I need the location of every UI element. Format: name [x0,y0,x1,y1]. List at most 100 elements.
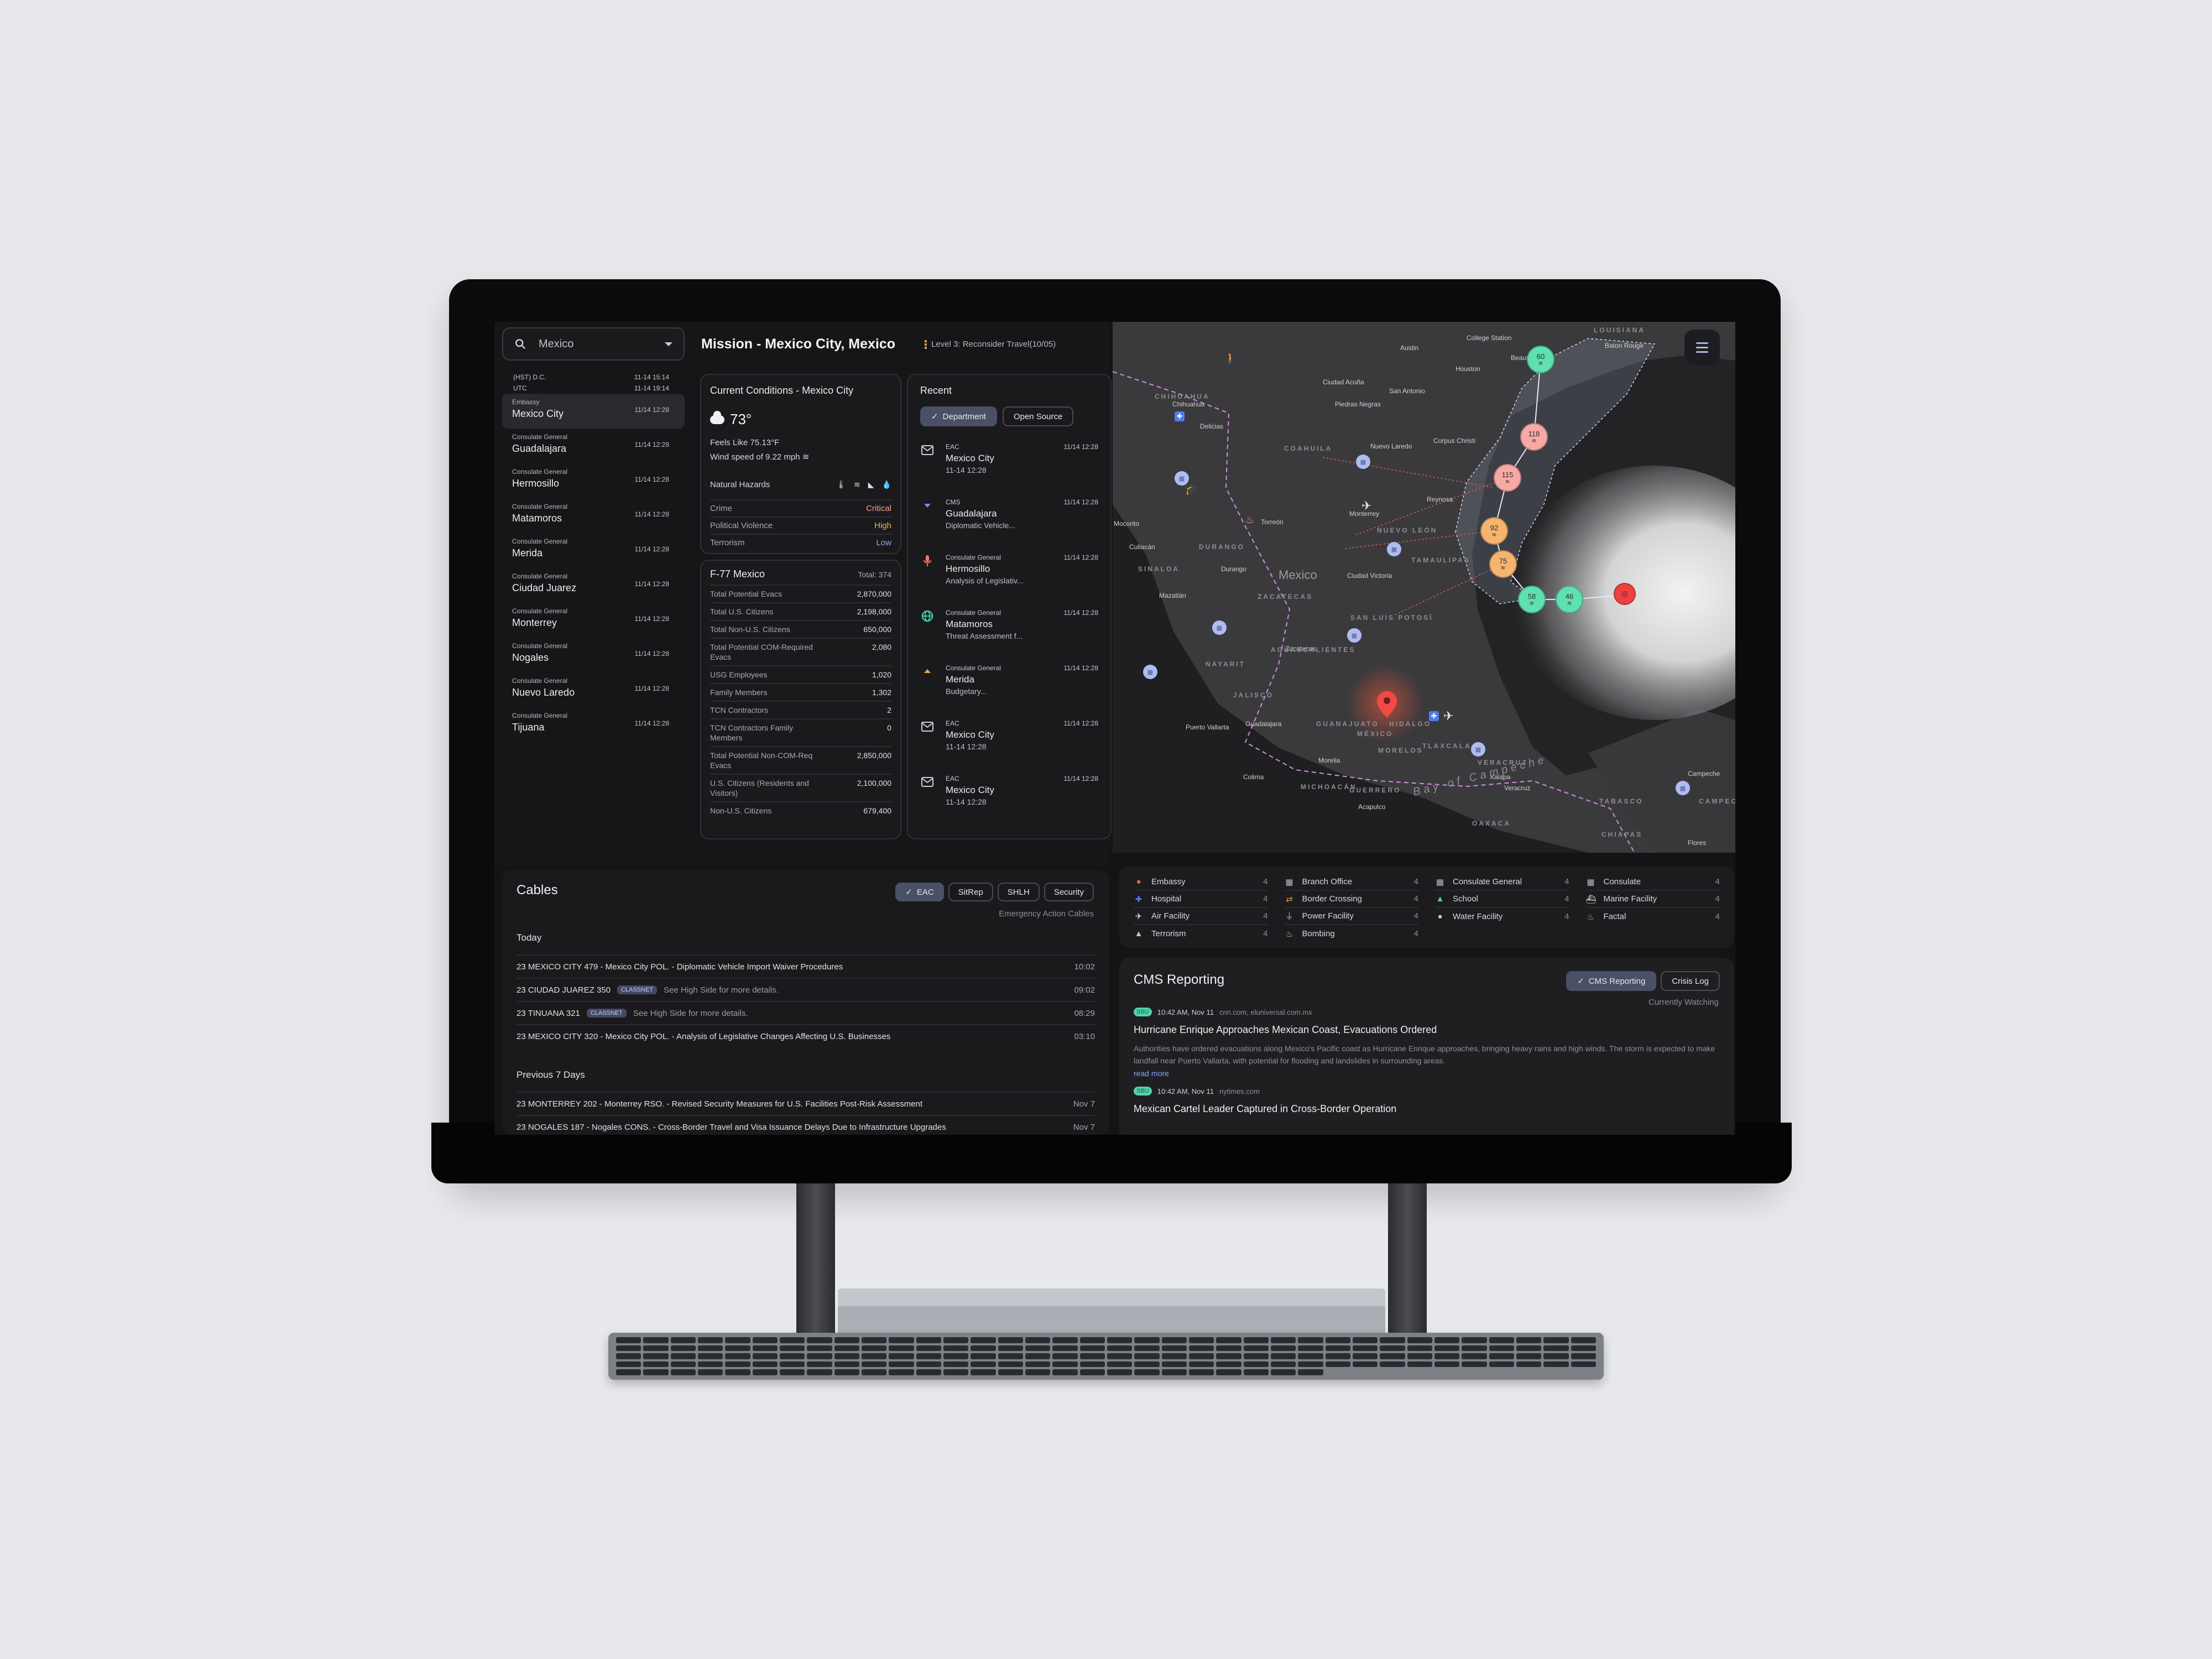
hospital-icon[interactable]: ✚ [1429,711,1439,721]
legend-item[interactable]: ✈ Air Facility 4 [1134,908,1268,925]
filter-security[interactable]: Security [1044,883,1094,901]
landslide-icon[interactable]: ◣ [868,480,874,489]
storm-track-point[interactable]: 46 ≋ [1556,586,1583,613]
map-menu-button[interactable] [1684,330,1720,365]
flood-icon[interactable]: 💧 [882,480,891,489]
recent-item[interactable]: EAC Mexico City 11-14 12:28 11/14 12:28 [920,719,1098,759]
legend-item[interactable]: ♨ Bombing 4 [1285,925,1418,942]
legend-item[interactable]: ▦ Consulate General 4 [1435,874,1569,891]
storm-track-point[interactable]: 75 ≋ [1489,550,1517,578]
consulate-pin[interactable]: ▦ [1387,542,1401,556]
legend-item[interactable]: ▦ Consulate 4 [1585,874,1720,891]
legend-item[interactable]: ⇄ Border Crossing 4 [1284,891,1418,908]
location-item[interactable]: Consulate General Monterrey 11/14 12:28 [502,603,685,638]
filter-shlh[interactable]: SHLH [997,883,1040,901]
cable-row[interactable]: 23 TINUANA 321 CLASSNET See High Side for … [517,1001,1095,1024]
hurricane-icon[interactable]: ◎ [1614,583,1636,605]
cable-row[interactable]: 23 MONTERREY 202 - Monterrey RSO. - Revi… [517,1092,1095,1115]
recent-item[interactable]: Consulate General Hermosillo Analysis of L… [920,554,1098,593]
keyboard-key [1407,1345,1432,1352]
embassy-pin[interactable] [1377,691,1397,718]
consulate-pin[interactable]: ▦ [1471,742,1485,757]
location-item[interactable]: Consulate General Tijuana 11/14 12:28 [502,707,685,742]
recent-item[interactable]: CMS Guadalajara Diplomatic Vehicle... 11/14… [920,498,1098,538]
map[interactable]: College Station Austin Houston Beaumont Bato… [1113,322,1735,853]
cable-row[interactable]: 23 MEXICO CITY 479 - Mexico City POL. - … [517,954,1095,978]
hospital-icon[interactable]: ✚ [1175,411,1185,421]
airplane-icon[interactable]: ✈ [1443,709,1453,723]
location-item[interactable]: Consulate General Merida 11/14 12:28 [502,533,685,568]
legend-item[interactable]: ▦ Branch Office 4 [1284,874,1418,891]
filter-eac[interactable]: ✓ EAC [895,883,944,901]
border-crossing-walker-icon[interactable]: 🚶 [1224,353,1237,364]
location-item[interactable]: Consulate General Ciudad Juarez 11/14 12:2… [502,568,685,603]
f77-row: TCN Contractors 2 [710,701,891,718]
recent-item[interactable]: Consulate General Matamoros Threat Assessm… [920,609,1098,649]
legend-item[interactable]: ▲ School 4 [1435,891,1569,908]
filter-crisis-log[interactable]: Crisis Log [1661,971,1720,991]
location-item[interactable]: Consulate General Nuevo Laredo 11/14 12:28 [502,672,685,707]
legend-item[interactable]: ♨ Factal 4 [1586,908,1720,925]
state-label: MÉXICO [1357,730,1394,738]
consulate-pin[interactable]: ▦ [1347,628,1361,643]
sbu-badge: SBU [1134,1008,1152,1016]
state-label: OAXACA [1472,820,1511,827]
location-item[interactable]: Embassy Mexico City 11/14 12:28 [502,394,685,429]
recent-item[interactable]: Consulate General Merida Budgetary... 11/14… [920,664,1098,704]
risk-value: Critical [866,504,891,513]
keyboard-key [643,1337,669,1343]
keyboard-key [616,1337,641,1343]
state-label: MORELOS [1378,747,1423,754]
wind-icon[interactable]: ≋ [854,480,860,489]
school-icon[interactable]: 🎓 [1185,482,1198,496]
location-item[interactable]: Consulate General Hermosillo 11/14 12:28 [502,463,685,498]
legend-item[interactable]: ● Water Facility 4 [1435,908,1569,925]
cable-row[interactable]: 23 MEXICO CITY 320 - Mexico City POL. - … [517,1024,1095,1047]
legend-item[interactable]: ● Embassy 4 [1134,874,1268,891]
airplane-icon: ✈ [1135,911,1142,921]
advisory-level-icon [925,340,927,349]
f77-card[interactable]: F-77 Mexico Total: 374 Total Potential E… [700,560,901,839]
news-item[interactable]: SBU 10:42 AM, Nov 11 nytimes.com Mexican Ca… [1134,1087,1720,1115]
cable-row[interactable]: 23 CIUDAD JUAREZ 350 CLASSNET See High Sid… [517,978,1095,1001]
storm-track-point[interactable]: 115 ≋ [1494,464,1521,492]
cable-row[interactable]: 23 NOGALES 187 - Nogales CONS. - Cross-B… [517,1115,1095,1135]
legend-item[interactable]: ⛴ Marine Facility 4 [1585,891,1720,908]
fire-icon[interactable]: ♨ [1245,514,1254,526]
filter-sitrep[interactable]: SitRep [948,883,993,901]
screen: Mexico (HST) D.C. UTC 11-14 15:14 11-14 … [494,322,1735,1135]
storm-track-point[interactable]: 92 ≋ [1480,517,1508,545]
legend-count: 4 [1413,929,1418,938]
f77-value: 1,020 [872,670,891,679]
legend-item[interactable]: ✚ Hospital 4 [1134,891,1268,908]
heat-icon[interactable]: 🌡 [836,480,846,489]
city-label: Morelia [1318,757,1340,764]
location-item[interactable]: Consulate General Matamoros 11/14 12:28 [502,498,685,533]
consulate-pin[interactable]: ▦ [1143,665,1157,679]
state-label: SINALOA [1138,565,1180,573]
filter-department[interactable]: ✓ Department [920,406,997,426]
storm-track-point[interactable]: 118 ≋ [1520,423,1548,451]
filter-cms-reporting[interactable]: ✓ CMS Reporting [1566,971,1657,991]
legend-item[interactable]: ⏚ Power Facility 4 [1284,908,1418,925]
consulate-pin[interactable]: ▦ [1356,455,1370,469]
airplane-icon[interactable]: ✈ [1361,499,1371,513]
border-crossing-icon: ⇄ [1286,894,1293,904]
news-item[interactable]: SBU 10:42 AM, Nov 11 cnn.com, eluniversal.… [1134,1008,1720,1079]
consulate-pin[interactable]: ▦ [1212,620,1227,635]
filter-open-source[interactable]: Open Source [1002,406,1074,426]
read-more-link[interactable]: read more [1134,1069,1169,1078]
recent-item[interactable]: EAC Mexico City 11-14 12:28 11/14 12:28 [920,443,1098,483]
clock-time: 11-14 19:14 [634,384,669,392]
travel-advisory[interactable]: Level 3: Reconsider Travel(10/05) [925,340,1056,349]
consulate-pin[interactable]: ▦ [1676,781,1690,795]
storm-track-point[interactable]: 58 ≋ [1518,586,1546,613]
location-item[interactable]: Consulate General Guadalajara 11/14 12:28 [502,429,685,463]
storm-track-point[interactable]: 60 ≋ [1527,346,1554,373]
recent-time: 11/14 12:28 [1063,775,1098,782]
location-item[interactable]: Consulate General Nogales 11/14 12:28 [502,638,685,672]
chevron-down-icon[interactable] [665,342,672,346]
location-search[interactable]: Mexico [502,327,685,361]
recent-item[interactable]: EAC Mexico City 11-14 12:28 11/14 12:28 [920,775,1098,815]
legend-item[interactable]: ▲ Terrorism 4 [1134,925,1268,942]
